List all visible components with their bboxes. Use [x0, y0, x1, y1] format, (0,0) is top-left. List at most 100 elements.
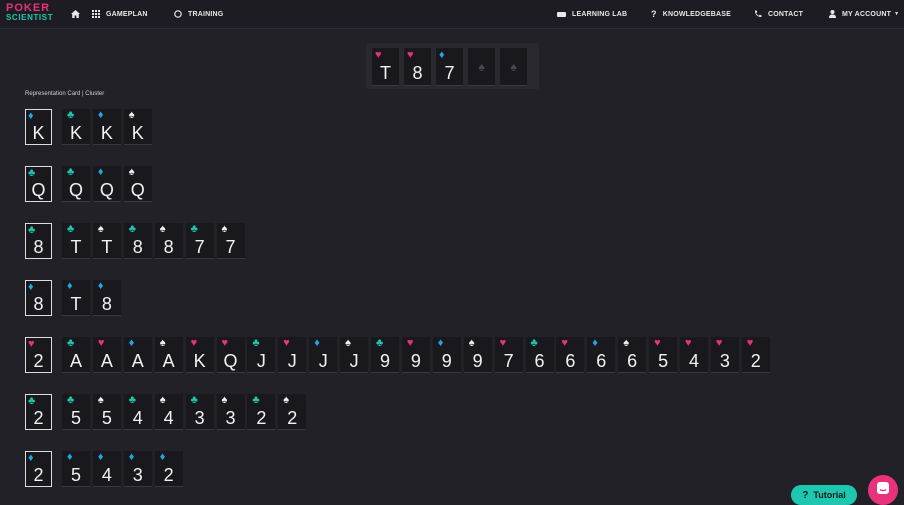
cluster-card[interactable]: ♠ 4: [154, 394, 183, 430]
cluster-card[interactable]: ♠ 3: [216, 394, 245, 430]
nav-my-account[interactable]: MY ACCOUNT ▼: [829, 0, 899, 28]
representation-card-header: Representation Card | Cluster: [25, 91, 105, 97]
card-rank: Q: [130, 180, 145, 200]
nav-gameplan[interactable]: GAMEPLAN: [92, 0, 148, 28]
club-suit-icon: ♣: [67, 394, 75, 406]
cluster-card[interactable]: ♥ J: [278, 337, 307, 373]
diamond-suit-icon: ♦: [159, 451, 166, 463]
cluster-card[interactable]: ♥ A: [92, 337, 121, 373]
user-icon: [829, 10, 836, 18]
cluster-card[interactable]: ♠ T: [92, 223, 121, 259]
nav-contact[interactable]: CONTACT: [754, 0, 803, 28]
representation-card[interactable]: ♣ 2: [25, 394, 52, 430]
cluster-card[interactable]: ♣ Q: [62, 166, 90, 202]
cluster-card[interactable]: ♠ A: [154, 337, 183, 373]
cluster-card[interactable]: ♠ 9: [463, 337, 492, 373]
cluster-card[interactable]: ♥ 9: [401, 337, 430, 373]
cluster-card[interactable]: ♣ 9: [371, 337, 399, 373]
card-rank: 3: [225, 408, 236, 428]
representation-card[interactable]: ♦ 8: [25, 280, 52, 316]
cluster-card[interactable]: ♥ 3: [710, 337, 739, 373]
cluster-card[interactable]: ♦ 8: [92, 280, 121, 316]
club-suit-icon: ♣: [128, 394, 137, 406]
cluster-card[interactable]: ♥ 7: [494, 337, 523, 373]
cluster-card[interactable]: ♣ 4: [123, 394, 152, 430]
cluster-card[interactable]: ♠ K: [123, 109, 152, 145]
chat-launcher-button[interactable]: [868, 475, 898, 505]
cluster-card[interactable]: ♠ J: [340, 337, 369, 373]
board-card: ♠: [500, 48, 527, 86]
cluster-card[interactable]: ♦ 9: [432, 337, 461, 373]
diamond-suit-icon: ♦: [437, 337, 444, 349]
board-card: ♠: [468, 48, 495, 86]
cluster-card[interactable]: ♥ 5: [649, 337, 678, 373]
cluster-card[interactable]: ♣ A: [62, 337, 90, 373]
cluster-card[interactable]: ♠ 2: [278, 394, 307, 430]
spade-suit-icon: ♠: [221, 394, 228, 406]
diamond-suit-icon: ♦: [439, 49, 445, 61]
cluster-card[interactable]: ♦ 4: [92, 451, 121, 487]
cluster-card[interactable]: ♣ 5: [62, 394, 90, 430]
cluster-card[interactable]: ♣ K: [62, 109, 90, 145]
nav-knowledgebase[interactable]: ? KNOWLEDGEBASE: [651, 0, 731, 28]
card-rank: 7: [444, 63, 455, 83]
card-rank: T: [70, 237, 82, 257]
nav-contact-label: CONTACT: [768, 10, 804, 18]
board-card: ♦ 7: [436, 48, 463, 86]
cluster-card[interactable]: ♣ T: [62, 223, 90, 259]
card-rank: 6: [596, 351, 607, 371]
tutorial-button[interactable]: ? Tutorial: [791, 485, 857, 505]
cluster-card[interactable]: ♠ 5: [92, 394, 121, 430]
card-rank: 9: [441, 351, 452, 371]
representation-card[interactable]: ♦ K: [25, 109, 52, 145]
cluster-card[interactable]: ♦ A: [123, 337, 152, 373]
nav-home[interactable]: [71, 0, 86, 28]
nav-training[interactable]: TRAINING: [174, 0, 223, 28]
representation-card[interactable]: ♦ 2: [25, 451, 52, 487]
cluster-card[interactable]: ♣ 2: [247, 394, 276, 430]
cluster-card[interactable]: ♥ 4: [680, 337, 708, 373]
cluster-card[interactable]: ♣ 7: [185, 223, 214, 259]
nav-gameplan-label: GAMEPLAN: [106, 10, 148, 18]
cluster-card[interactable]: ♦ K: [92, 109, 121, 145]
nav-learning-lab[interactable]: LEARNING LAB: [557, 0, 627, 28]
cluster-card[interactable]: ♥ 6: [556, 337, 585, 373]
diamond-suit-icon: ♦: [314, 337, 320, 349]
representation-card[interactable]: ♣ Q: [25, 166, 52, 202]
cluster-card[interactable]: ♥ K: [185, 337, 214, 373]
diamond-suit-icon: ♦: [67, 451, 73, 463]
card-rank: T: [70, 294, 82, 314]
cluster-card[interactable]: ♣ J: [247, 337, 276, 373]
card-rank: 8: [33, 294, 44, 314]
cluster-row: ♥ 2 ♣ A ♥ A ♦ A ♠ A ♥ K ♥ Q ♣ J ♥ J ♦ J ♠ J ♣ 9 ♥ 9 ♦ 9 ♠ 9 ♥ 7 ♣ 6 ♥ 6 ♦ 6 ♠ 6…: [0, 337, 904, 377]
cluster-card[interactable]: ♠ 8: [154, 223, 183, 259]
card-rank: Q: [223, 351, 238, 371]
diamond-suit-icon: ♦: [28, 281, 34, 293]
poker-scientist-logo[interactable]: POKER SCIENTIST: [6, 3, 53, 23]
cluster-card[interactable]: ♣ 6: [525, 337, 554, 373]
cluster-card[interactable]: ♠ 6: [618, 337, 647, 373]
cluster-card[interactable]: ♦ T: [62, 280, 90, 316]
cluster-card[interactable]: ♦ J: [309, 337, 338, 373]
club-suit-icon: ♣: [28, 395, 36, 407]
cluster-card[interactable]: ♦ 3: [123, 451, 152, 487]
card-rank: 9: [472, 351, 483, 371]
cluster-card[interactable]: ♠ 7: [216, 223, 245, 259]
cluster-card[interactable]: ♣ 8: [123, 223, 152, 259]
spade-suit-icon: ♠: [345, 337, 351, 349]
cluster-card[interactable]: ♥ 2: [741, 337, 770, 373]
spade-suit-icon: ♠: [159, 394, 166, 406]
cluster-card[interactable]: ♦ Q: [92, 166, 121, 202]
representation-card[interactable]: ♣ 8: [25, 223, 52, 259]
card-rank: 8: [101, 294, 112, 314]
board-card: ♥ T: [372, 48, 399, 86]
diamond-suit-icon: ♦: [97, 451, 104, 463]
diamond-suit-icon: ♦: [97, 280, 104, 292]
representation-card[interactable]: ♥ 2: [25, 337, 52, 373]
cluster-card[interactable]: ♦ 5: [62, 451, 90, 487]
cluster-card[interactable]: ♦ 2: [154, 451, 183, 487]
cluster-card[interactable]: ♥ Q: [216, 337, 245, 373]
cluster-card[interactable]: ♦ 6: [587, 337, 616, 373]
cluster-card[interactable]: ♣ 3: [185, 394, 214, 430]
cluster-card[interactable]: ♠ Q: [123, 166, 152, 202]
